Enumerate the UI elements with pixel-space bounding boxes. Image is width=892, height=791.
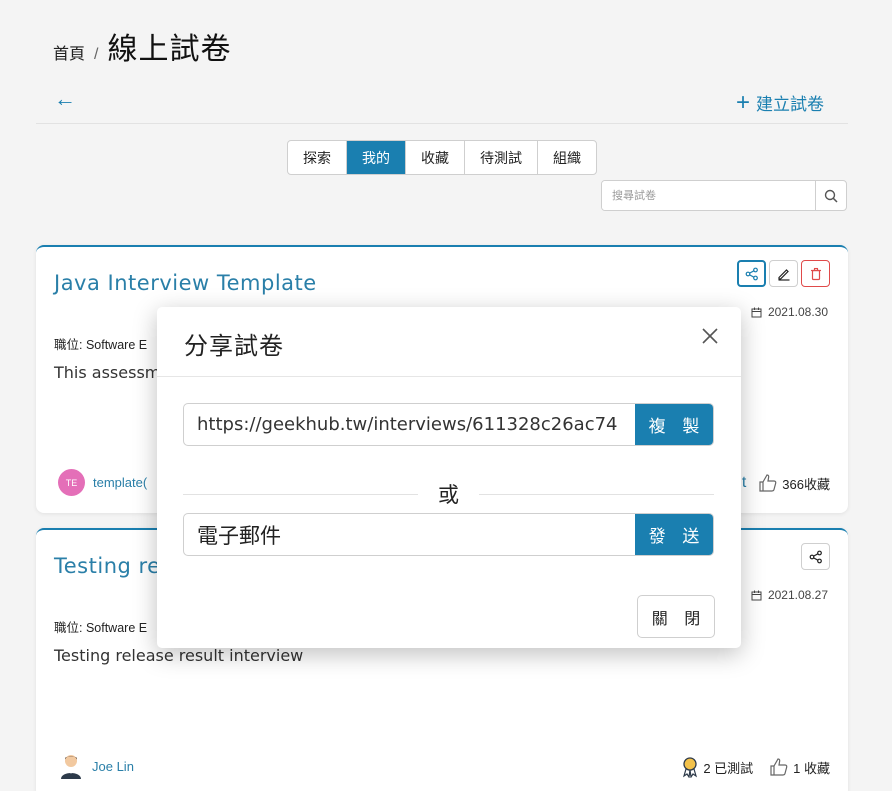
close-button[interactable]: 關 閉	[637, 595, 715, 638]
exam-card-actions	[737, 260, 830, 287]
breadcrumb-separator: /	[94, 46, 99, 63]
tab-organization[interactable]: 組織	[538, 141, 596, 174]
exam-card-title[interactable]: Testing re	[54, 554, 161, 578]
delete-button[interactable]	[801, 260, 830, 287]
or-divider: 或	[183, 479, 714, 509]
calendar-icon	[751, 307, 762, 317]
avatar: TE	[58, 469, 85, 496]
email-share-group: 電子郵件 發 送	[183, 513, 714, 556]
dialog-header: 分享試卷	[157, 307, 741, 377]
date-text: 2021.08.27	[767, 588, 828, 602]
create-exam-label: 建立試卷	[756, 95, 824, 114]
likes-count: 1 收藏	[793, 760, 830, 776]
share-exam-dialog: 分享試卷 https://geekhub.tw/interviews/61132…	[157, 307, 741, 648]
plus-icon: +	[735, 88, 750, 116]
exam-card-job: 職位: Software E	[54, 338, 148, 352]
thumbs-up-icon[interactable]	[758, 473, 778, 493]
calendar-icon	[751, 590, 762, 600]
stat-partial-text: t	[741, 474, 747, 491]
exam-card-actions	[801, 543, 830, 570]
page-title: 線上試卷	[107, 33, 232, 66]
avatar	[61, 755, 81, 779]
search-icon	[824, 189, 838, 203]
exam-card-stats: 2 已測試 1 收藏	[681, 756, 830, 778]
share-link-group: https://geekhub.tw/interviews/611328c26a…	[183, 403, 714, 446]
exam-card-title[interactable]: Java Interview Template	[54, 271, 317, 295]
author-name: template(	[93, 475, 148, 490]
share-icon	[809, 550, 822, 563]
search-box	[601, 180, 847, 211]
back-arrow-icon[interactable]: ←	[54, 88, 76, 110]
exam-card-author[interactable]: Joe Lin	[58, 752, 134, 780]
share-link-field[interactable]: https://geekhub.tw/interviews/611328c26a…	[184, 404, 635, 445]
exam-card-description: This assessm	[54, 363, 161, 382]
tab-explore[interactable]: 探索	[288, 141, 347, 174]
divider-line	[183, 493, 418, 495]
thumbs-up-icon[interactable]	[769, 757, 789, 777]
dialog-title: 分享試卷	[184, 333, 284, 360]
search-input[interactable]	[602, 181, 815, 210]
close-icon[interactable]	[701, 327, 719, 345]
exam-card-description: Testing release result interview	[54, 646, 304, 665]
trash-icon	[810, 267, 821, 280]
breadcrumb: 首頁 / 線上試卷	[53, 24, 231, 68]
date-text: 2021.08.30	[767, 305, 828, 319]
exam-card-job: 職位: Software E	[54, 621, 148, 635]
likes-count: 366收藏	[782, 476, 830, 492]
tab-mine[interactable]: 我的	[347, 141, 406, 174]
or-label: 或	[438, 484, 459, 507]
author-name: Joe Lin	[92, 758, 134, 774]
breadcrumb-home-link[interactable]: 首頁	[53, 40, 85, 64]
exam-card-author[interactable]: TE template(	[58, 469, 147, 496]
edit-button[interactable]	[769, 260, 798, 287]
tab-favorites[interactable]: 收藏	[406, 141, 465, 174]
tab-bar: 探索 我的 收藏 待測試 組織	[287, 140, 597, 175]
header-divider	[36, 123, 848, 124]
award-ribbon-icon	[683, 757, 698, 778]
tested-count: 2 已測試	[703, 760, 754, 776]
copy-button[interactable]: 複 製	[635, 404, 713, 445]
share-button[interactable]	[801, 543, 830, 570]
email-field[interactable]: 電子郵件	[184, 514, 635, 555]
search-button[interactable]	[815, 181, 846, 210]
exam-card-date: 2021.08.30	[751, 305, 828, 319]
exam-card-stats: t 366收藏	[742, 473, 830, 493]
create-exam-button[interactable]: + 建立試卷	[736, 90, 824, 115]
divider-line	[479, 493, 714, 495]
send-button[interactable]: 發 送	[635, 514, 713, 555]
share-button[interactable]	[737, 260, 766, 287]
exam-card-date: 2021.08.27	[751, 588, 828, 602]
pencil-icon	[777, 268, 789, 281]
share-icon	[745, 267, 758, 280]
tab-pending[interactable]: 待測試	[465, 141, 538, 174]
